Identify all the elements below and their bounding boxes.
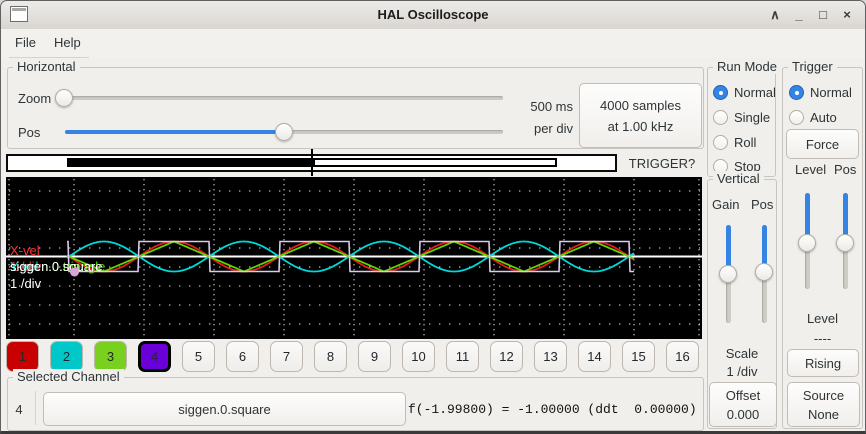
zoom-slider-handle[interactable] xyxy=(55,89,73,107)
samples-rate: at 1.00 kHz xyxy=(608,116,674,137)
trigger-source-label: Source xyxy=(803,386,844,405)
record-bar-pending xyxy=(313,158,557,167)
run-mode-single[interactable]: Single xyxy=(713,110,770,125)
radio-label: Normal xyxy=(734,85,776,100)
scope-label: X-vel xyxy=(10,243,40,258)
gain-label: Gain xyxy=(712,197,739,212)
channel-button-7[interactable]: 7 xyxy=(270,341,303,372)
menubar: File Help xyxy=(1,29,865,58)
radio-on-icon xyxy=(713,85,728,100)
offset-label: Offset xyxy=(726,386,760,405)
run-mode-roll[interactable]: Roll xyxy=(713,135,756,150)
radio-label: Auto xyxy=(810,110,837,125)
offset-button[interactable]: Offset 0.000 xyxy=(709,382,777,427)
maximize-icon[interactable]: □ xyxy=(813,6,833,24)
channel-button-10[interactable]: 10 xyxy=(402,341,435,372)
time-per-div: 500 ms per div xyxy=(506,96,573,140)
trigger-status-label: TRIGGER? xyxy=(621,154,703,172)
trigger-normal[interactable]: Normal xyxy=(789,85,852,100)
channel-button-8[interactable]: 8 xyxy=(314,341,347,372)
trigger-edge-button[interactable]: Rising xyxy=(787,349,859,377)
pos-slider-fill xyxy=(65,130,284,134)
app-window: HAL Oscilloscope ∧ _ □ × File Help Horiz… xyxy=(0,0,866,434)
scope-label: 1 /div xyxy=(10,276,42,291)
channel-button-4[interactable]: 4 xyxy=(138,341,171,372)
channel-row: 12345678910111213141516 xyxy=(6,341,699,372)
trigger-source-button[interactable]: Source None xyxy=(787,382,860,427)
radio-label: Single xyxy=(734,110,770,125)
selected-channel-readout: f(-1.99800) = -1.00000 (ddt 0.00000) xyxy=(408,402,697,417)
offset-value: 0.000 xyxy=(727,405,760,424)
selected-channel-name-button[interactable]: siggen.0.square xyxy=(43,392,406,426)
vertical-pos-slider-handle[interactable] xyxy=(755,263,773,281)
trigger-pos-slider-handle[interactable] xyxy=(836,234,854,252)
radio-off-icon xyxy=(713,135,728,150)
radio-label: Roll xyxy=(734,135,756,150)
trigger-position-marker xyxy=(311,149,313,176)
close-icon[interactable]: × xyxy=(837,6,857,24)
channel-button-1[interactable]: 1 xyxy=(6,341,39,372)
selected-channel-separator xyxy=(35,391,36,425)
radio-label: Normal xyxy=(810,85,852,100)
channel-button-5[interactable]: 5 xyxy=(182,341,215,372)
radio-off-icon xyxy=(713,110,728,125)
channel-button-12[interactable]: 12 xyxy=(490,341,523,372)
trigger-level-label: Level xyxy=(782,311,863,326)
gain-slider-handle[interactable] xyxy=(719,265,737,283)
channel-button-16[interactable]: 16 xyxy=(666,341,699,372)
titlebar[interactable]: HAL Oscilloscope ∧ _ □ × xyxy=(1,1,865,30)
time-per-div-value: 500 ms xyxy=(506,96,573,118)
channel-button-14[interactable]: 14 xyxy=(578,341,611,372)
menu-file[interactable]: File xyxy=(15,35,36,50)
channel-button-9[interactable]: 9 xyxy=(358,341,391,372)
time-per-div-unit: per div xyxy=(506,118,573,140)
menu-underline xyxy=(9,57,89,58)
trigger-group-label: Trigger xyxy=(788,59,837,74)
record-bar-filled xyxy=(67,158,313,167)
trigger-auto[interactable]: Auto xyxy=(789,110,837,125)
trigger-level-slider-handle[interactable] xyxy=(798,234,816,252)
scope-canvas: X-vel1 /divsiggen.0.triangleY-velsiggen.… xyxy=(6,177,702,339)
radio-on-icon xyxy=(789,85,804,100)
channel-button-3[interactable]: 3 xyxy=(94,341,127,372)
pos-label: Pos xyxy=(18,125,40,140)
window-title: HAL Oscilloscope xyxy=(1,7,865,22)
trigger-pos-col-label: Pos xyxy=(834,162,856,177)
samples-count: 4000 samples xyxy=(600,95,681,116)
force-button[interactable]: Force xyxy=(786,129,859,159)
scope-label: siggen.0.square xyxy=(10,259,103,274)
zoom-label: Zoom xyxy=(18,91,51,106)
trigger-source-value: None xyxy=(808,405,839,424)
scale-value: 1 /div xyxy=(707,364,777,379)
selected-channel-group-label: Selected Channel xyxy=(13,369,124,384)
radio-off-icon xyxy=(789,110,804,125)
shade-icon[interactable]: ∧ xyxy=(765,6,785,24)
pos-slider-handle[interactable] xyxy=(275,123,293,141)
trigger-level-value: ---- xyxy=(782,331,863,346)
run-mode-group-label: Run Mode xyxy=(713,59,781,74)
scale-label: Scale xyxy=(707,346,777,361)
run-mode-normal[interactable]: Normal xyxy=(713,85,776,100)
minimize-icon[interactable]: _ xyxy=(789,6,809,24)
scope-display[interactable]: X-vel1 /divsiggen.0.triangleY-velsiggen.… xyxy=(6,177,702,339)
horizontal-group-label: Horizontal xyxy=(13,59,80,74)
zoom-slider-track[interactable] xyxy=(57,96,503,100)
trigger-level-col-label: Level xyxy=(795,162,826,177)
vertical-pos-label: Pos xyxy=(751,197,773,212)
channel-button-15[interactable]: 15 xyxy=(622,341,655,372)
scope-selected-sample-marker xyxy=(70,268,79,277)
channel-button-13[interactable]: 13 xyxy=(534,341,567,372)
menu-help[interactable]: Help xyxy=(54,35,81,50)
samples-button[interactable]: 4000 samples at 1.00 kHz xyxy=(579,83,702,148)
channel-button-6[interactable]: 6 xyxy=(226,341,259,372)
channel-button-2[interactable]: 2 xyxy=(50,341,83,372)
vertical-group-label: Vertical xyxy=(713,171,764,186)
selected-channel-number: 4 xyxy=(10,399,28,419)
channel-button-11[interactable]: 11 xyxy=(446,341,479,372)
